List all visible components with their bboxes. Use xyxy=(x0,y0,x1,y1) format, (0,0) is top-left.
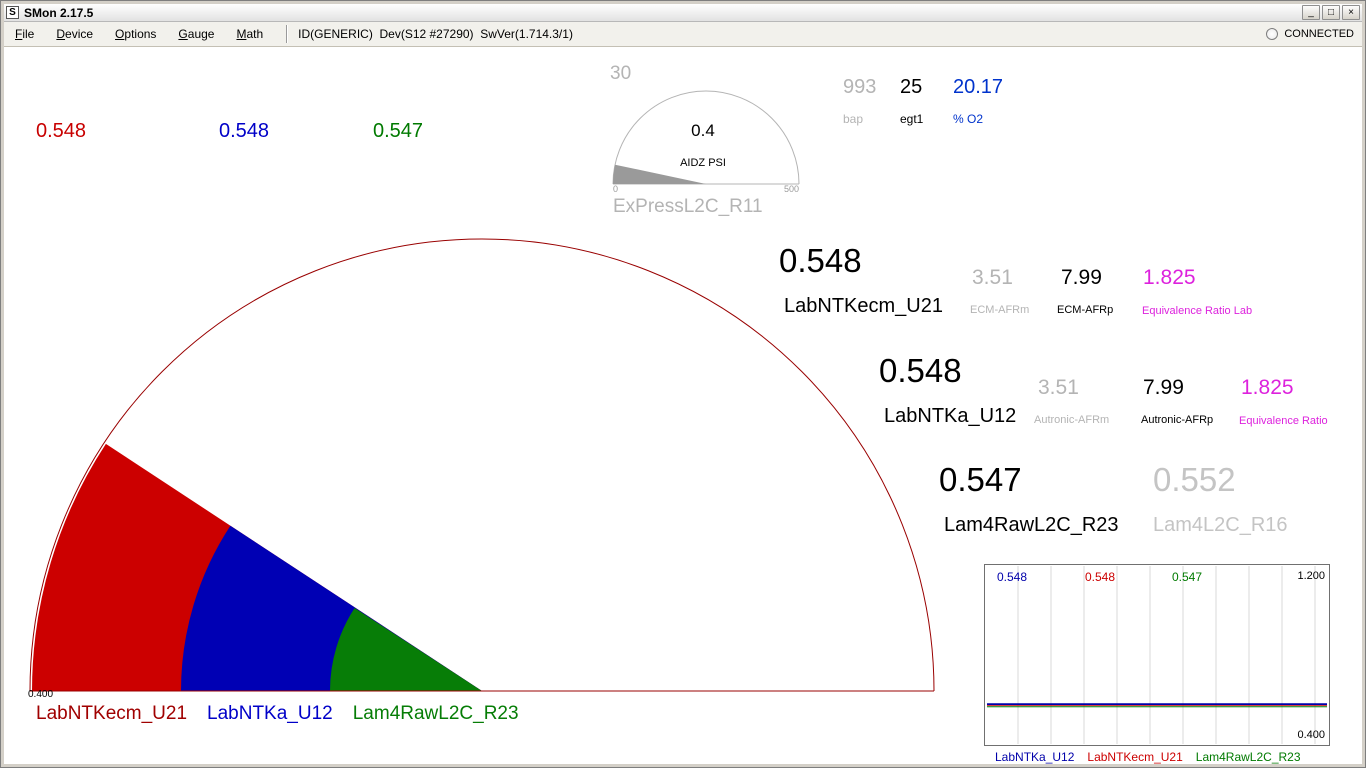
aux-o2: 20.17 % O2 xyxy=(953,77,1003,126)
menu-separator xyxy=(286,25,289,43)
small-gauge-value: 0.4 xyxy=(691,121,715,140)
chart-value-blue: 0.548 xyxy=(997,570,1028,584)
top-value-red: 0.548 xyxy=(36,120,87,142)
chart-scale-min: 0.400 xyxy=(1297,729,1325,741)
legend-labntkecm: LabNTKecm_U21 xyxy=(36,703,188,724)
strip-chart[interactable]: 0.548 0.548 0.547 1.200 0.400 xyxy=(984,564,1330,746)
chart-legend-labntka: LabNTKa_U12 xyxy=(995,750,1075,764)
menu-device[interactable]: Device xyxy=(45,23,104,45)
big-gauge-legend: LabNTKecm_U21 LabNTKa_U12 Lam4RawL2C_R23 xyxy=(36,703,519,725)
strip-chart-plot xyxy=(987,566,1327,744)
equiv-ratio-label: Equivalence Ratio xyxy=(1239,415,1328,427)
legend-labntka: LabNTKa_U12 xyxy=(207,703,333,724)
maximize-button[interactable]: □ xyxy=(1322,5,1340,20)
egt1-value: 25 xyxy=(900,76,923,98)
close-button[interactable]: × xyxy=(1342,5,1360,20)
device-info-text: ID(GENERIC) Dev(S12 #27290) SwVer(1.714.… xyxy=(298,27,573,41)
bap-value: 993 xyxy=(843,76,877,98)
small-gauge[interactable]: 0.4 AIDZ PSI 0 500 xyxy=(601,86,811,198)
small-gauge-name: ExPressL2C_R11 xyxy=(613,196,763,217)
bap-label: bap xyxy=(843,112,864,126)
egt1-label: egt1 xyxy=(900,112,924,126)
app-window: S SMon 2.17.5 _ □ × File Device Options … xyxy=(0,0,1366,768)
o2-label: % O2 xyxy=(953,112,984,126)
caption-buttons: _ □ × xyxy=(1302,5,1360,20)
aux-egt1: 25 egt1 xyxy=(900,77,923,126)
menu-options[interactable]: Options xyxy=(104,23,167,45)
connection-status-label: CONNECTED xyxy=(1284,28,1354,40)
chart-legend-labntkecm: LabNTKecm_U21 xyxy=(1087,750,1183,764)
small-gauge-peak-value: 30 xyxy=(610,63,632,84)
small-gauge-scale-min: 0 xyxy=(613,184,618,194)
strip-chart-legend: LabNTKa_U12 LabNTKecm_U21 Lam4RawL2C_R23 xyxy=(995,750,1301,764)
small-gauge-units: AIDZ PSI xyxy=(680,157,726,169)
menu-math[interactable]: Math xyxy=(225,23,274,45)
top-value-green: 0.547 xyxy=(373,120,424,142)
top-value-blue: 0.548 xyxy=(219,120,270,142)
app-icon: S xyxy=(6,6,19,19)
chart-legend-lam4raw: Lam4RawL2C_R23 xyxy=(1195,750,1301,764)
window-title: SMon 2.17.5 xyxy=(24,5,94,20)
chart-value-red: 0.548 xyxy=(1085,570,1116,584)
small-gauge-scale-max: 500 xyxy=(784,184,799,194)
chart-value-green: 0.547 xyxy=(1172,570,1203,584)
chart-scale-max: 1.200 xyxy=(1297,570,1325,582)
minimize-button[interactable]: _ xyxy=(1302,5,1320,20)
titlebar: S SMon 2.17.5 _ □ × xyxy=(4,4,1362,22)
connection-status: CONNECTED xyxy=(1266,28,1354,40)
aux-bap: 993 bap xyxy=(843,77,876,126)
big-gauge-scale-min: 0.400 xyxy=(28,689,54,700)
menu-gauge[interactable]: Gauge xyxy=(167,23,225,45)
menubar: File Device Options Gauge Math ID(GENERI… xyxy=(4,22,1362,47)
o2-value: 20.17 xyxy=(953,76,1004,98)
connection-indicator-icon xyxy=(1266,28,1279,40)
legend-lam4raw: Lam4RawL2C_R23 xyxy=(352,703,519,724)
menu-file[interactable]: File xyxy=(4,23,45,45)
